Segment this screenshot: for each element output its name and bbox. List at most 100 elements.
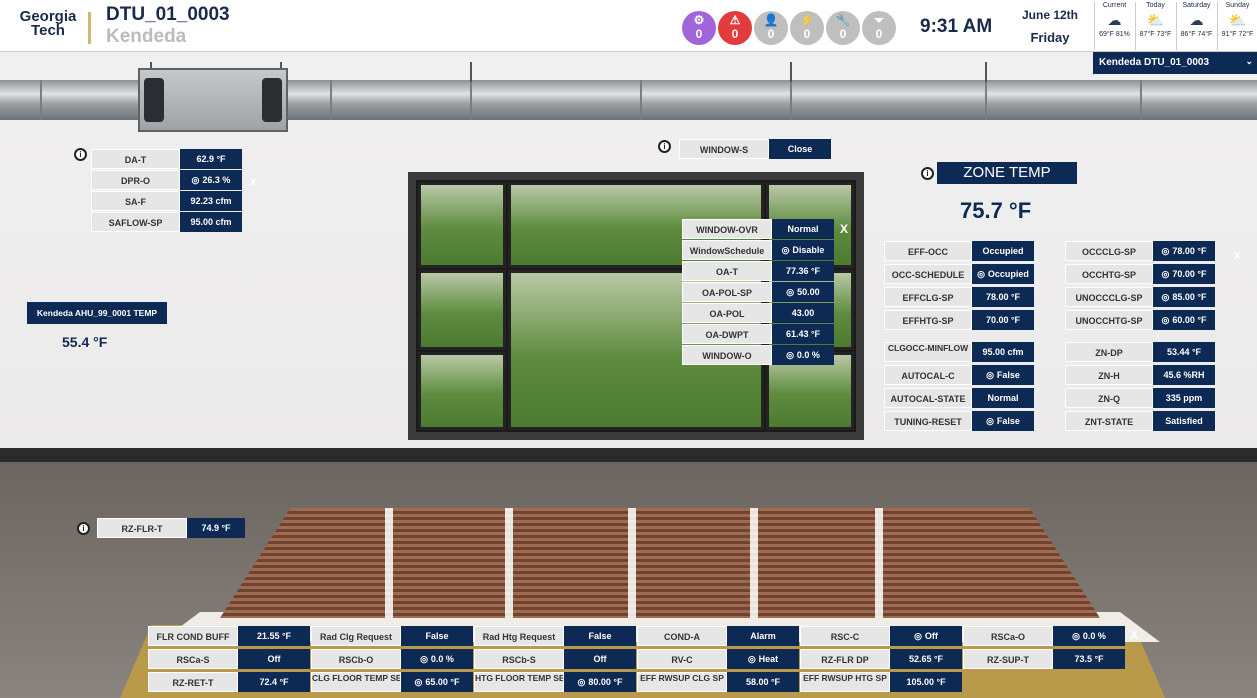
oa-pol-sp-text: 50.00 [797,287,820,297]
window-ovr-label: WINDOW-OVR [682,219,772,239]
zn-q-value[interactable]: 335 ppm [1153,388,1215,408]
eff-rwsup-clg-sp-value[interactable]: 58.00 °F [727,672,799,692]
window-pane [418,182,506,268]
sa-f-value[interactable]: 92.23 cfm [180,191,242,211]
oa-dwpt-label: OA-DWPT [682,324,772,344]
oa-dwpt-value[interactable]: 61.43 °F [772,324,834,344]
tuning-reset-label: TUNING-RESET [884,411,972,431]
info-icon[interactable]: i [74,148,87,161]
ahu-temp-label[interactable]: Kendeda AHU_99_0001 TEMP [27,302,167,324]
alarm-status[interactable]: ⚠ 0 [718,11,752,45]
dpr-o-value[interactable]: ◎ 26.3 % [180,170,242,190]
occupancy-status[interactable]: 👤 0 [754,11,788,45]
window-o-text: 0.0 % [796,350,820,360]
current-day: Friday [1030,30,1070,45]
close-icon[interactable]: x [1234,248,1241,262]
tubing-gap [875,508,883,618]
znt-state-value[interactable]: Satisfied [1153,411,1215,431]
filter-status[interactable]: ⏷ 0 [862,11,896,45]
info-icon[interactable]: i [77,522,90,535]
close-icon[interactable]: X [840,222,848,236]
settable-icon: ◎ [1072,631,1080,641]
occhtg-sp-text: 70.00 °F [1172,269,1207,279]
rv-c-text: Heat [758,654,779,664]
rz-sup-t-label: RZ-SUP-T [963,649,1053,669]
rad-htg-request-value[interactable]: False [564,626,636,646]
settings-status[interactable]: ⚙ 0 [682,11,716,45]
window-s-value[interactable]: Close [769,139,831,159]
weather-cloud-icon: ☁ [1107,12,1122,28]
maintenance-status[interactable]: 🔧 0 [826,11,860,45]
effhtg-sp-value[interactable]: 70.00 °F [972,310,1034,330]
zn-h-value[interactable]: 45.6 %RH [1153,365,1215,385]
settable-icon: ◎ [1161,292,1170,302]
close-icon[interactable]: x [250,174,257,188]
zn-q-text: 335 ppm [1165,393,1203,403]
window-ovr-text: Normal [787,224,819,234]
oa-pol-sp-value[interactable]: ◎ 50.00 [772,282,834,302]
zn-dp-value[interactable]: 53.44 °F [1153,342,1215,362]
rz-ret-t-value[interactable]: 72.4 °F [238,672,310,692]
tuning-reset-value[interactable]: ◎ False [972,411,1034,431]
autocal-c-value[interactable]: ◎ False [972,365,1034,385]
rsc-c-value[interactable]: ◎ Off [890,626,962,646]
windowschedule-value[interactable]: ◎ Disable [772,240,834,260]
rsca-o-text: 0.0 % [1082,631,1106,641]
rad-clg-request-label: Rad Clg Request [311,626,401,646]
rad-clg-request-value[interactable]: False [401,626,473,646]
window-ovr-value[interactable]: Normal [772,219,834,239]
settings-icon: ⚙ [693,13,705,27]
energy-status[interactable]: ⚡ 0 [790,11,824,45]
rscb-o-value[interactable]: ◎ 0.0 % [401,649,473,669]
da-t-value[interactable]: 62.9 °F [180,149,242,169]
status-count: 0 [767,27,775,41]
clg-floor-temp-setpoint-value[interactable]: ◎ 65.00 °F [401,672,473,692]
unocchtg-sp-value[interactable]: ◎ 60.00 °F [1153,310,1215,330]
unoccclg-sp-value[interactable]: ◎ 85.00 °F [1153,287,1215,307]
clgocc-minflow-value[interactable]: 95.00 cfm [972,342,1034,362]
oa-pol-value[interactable]: 43.00 [772,303,834,323]
status-count: 0 [803,27,811,41]
occhtg-sp-value[interactable]: ◎ 70.00 °F [1153,264,1215,284]
zn-h-text: 45.6 %RH [1163,370,1205,380]
rscb-s-value[interactable]: Off [564,649,636,669]
rz-flr-t-value[interactable]: 74.9 °F [187,518,245,538]
cond-a-value[interactable]: Alarm [727,626,799,646]
close-icon[interactable]: X [1130,628,1138,642]
flr-cond-buff-text: 21.55 °F [256,631,292,641]
rsca-s-value[interactable]: Off [238,649,310,669]
effhtg-sp-label: EFFHTG-SP [884,310,972,330]
settable-icon: ◎ [914,631,922,641]
info-icon[interactable]: i [658,140,671,153]
effclg-sp-value[interactable]: 78.00 °F [972,287,1034,307]
settable-icon: ◎ [747,654,756,664]
eff-rwsup-htg-sp-value[interactable]: 105.00 °F [890,672,962,692]
settable-icon: ◎ [414,677,423,687]
flr-cond-buff-value[interactable]: 21.55 °F [238,626,310,646]
autocal-state-value[interactable]: Normal [972,388,1034,408]
window-o-value[interactable]: ◎ 0.0 % [772,345,834,365]
zone-temp-value: 75.7 °F [960,198,1032,223]
duct-rib [470,80,472,120]
eff-occ-value[interactable]: Occupied [972,241,1034,261]
rv-c-value[interactable]: ◎ Heat [727,649,799,669]
rz-ret-t-text: 72.4 °F [259,677,289,687]
info-icon[interactable]: i [921,167,934,180]
rz-flr-dp-value[interactable]: 52.65 °F [890,649,962,669]
settable-icon: ◎ [1161,269,1170,279]
building-selector[interactable]: Kendeda DTU_01_0003 ⌄ [1093,52,1257,74]
oa-t-value[interactable]: 77.36 °F [772,261,834,281]
htg-floor-temp-setpoint-value[interactable]: ◎ 80.00 °F [564,672,636,692]
maintenance-icon: 🔧 [835,13,851,27]
settable-icon: ◎ [1161,315,1170,325]
weather-day: Current ☁ 69°F 81% [1094,2,1134,50]
occclg-sp-label: OCCCLG-SP [1065,241,1153,261]
saflow-sp-value[interactable]: 95.00 cfm [180,212,242,232]
rz-sup-t-value[interactable]: 73.5 °F [1053,649,1125,669]
rsca-o-value[interactable]: ◎ 0.0 % [1053,626,1125,646]
occ-schedule-value[interactable]: ◎ Occupied [972,264,1034,284]
occclg-sp-value[interactable]: ◎ 78.00 °F [1153,241,1215,261]
eff-occ-text: Occupied [982,246,1024,256]
oa-pol-text: 43.00 [791,308,815,318]
oa-pol-label: OA-POL [682,303,772,323]
